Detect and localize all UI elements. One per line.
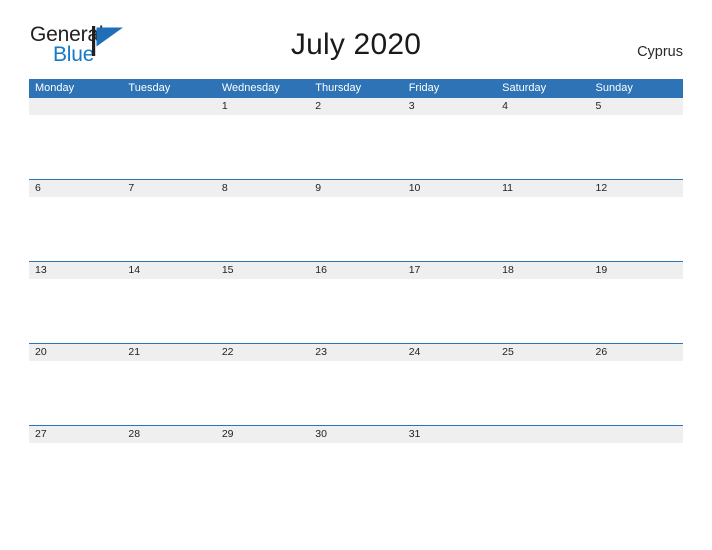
day-note-area[interactable]: [29, 361, 122, 425]
week-row: 27 28 29 30 31: [29, 425, 683, 507]
week-row: 1 2 3 4 5: [29, 97, 683, 179]
day-note-area[interactable]: [403, 443, 496, 507]
week-date-band: 6 7 8 9 10 11 12: [29, 179, 683, 197]
week-row: 13 14 15 16 17 18 19: [29, 261, 683, 343]
day-note-area[interactable]: [403, 361, 496, 425]
day-note-area[interactable]: [590, 279, 683, 343]
day-number[interactable]: 13: [29, 262, 122, 279]
week-note-band: [29, 443, 683, 507]
day-number[interactable]: 12: [590, 180, 683, 197]
day-number[interactable]: 16: [309, 262, 402, 279]
day-number[interactable]: 28: [122, 426, 215, 443]
day-number[interactable]: 1: [216, 98, 309, 115]
day-number[interactable]: 2: [309, 98, 402, 115]
day-note-area[interactable]: [122, 361, 215, 425]
day-note-area[interactable]: [216, 279, 309, 343]
day-note-area[interactable]: [122, 115, 215, 179]
day-note-area[interactable]: [403, 115, 496, 179]
page-title: July 2020: [290, 28, 422, 61]
day-note-area[interactable]: [29, 443, 122, 507]
day-number[interactable]: [496, 426, 589, 443]
day-number[interactable]: 24: [403, 344, 496, 361]
weekday-header-friday: Friday: [408, 82, 440, 94]
weekday-header-row: Monday Tuesday Wednesday Thursday Friday…: [29, 79, 683, 97]
weekday-header-wednesday: Wednesday: [221, 82, 280, 94]
day-number[interactable]: 7: [122, 180, 215, 197]
weekday-header-sunday: Sunday: [595, 82, 633, 94]
day-note-area[interactable]: [216, 443, 309, 507]
week-note-band: [29, 115, 683, 179]
day-number[interactable]: [29, 98, 122, 115]
day-note-area[interactable]: [590, 197, 683, 261]
day-note-area[interactable]: [122, 443, 215, 507]
day-number[interactable]: 11: [496, 180, 589, 197]
day-number[interactable]: 8: [216, 180, 309, 197]
day-note-area[interactable]: [309, 279, 402, 343]
day-number[interactable]: 26: [590, 344, 683, 361]
day-number[interactable]: 6: [29, 180, 122, 197]
day-number[interactable]: 27: [29, 426, 122, 443]
day-number[interactable]: 30: [309, 426, 402, 443]
day-note-area[interactable]: [216, 115, 309, 179]
day-note-area[interactable]: [496, 115, 589, 179]
day-number[interactable]: 17: [403, 262, 496, 279]
day-note-area[interactable]: [29, 279, 122, 343]
week-note-band: [29, 279, 683, 343]
day-note-area[interactable]: [122, 279, 215, 343]
day-number[interactable]: 19: [590, 262, 683, 279]
day-note-area[interactable]: [590, 361, 683, 425]
day-number[interactable]: 18: [496, 262, 589, 279]
week-note-band: [29, 361, 683, 425]
day-note-area[interactable]: [309, 197, 402, 261]
calendar-page: General Blue July 2020 Cyprus Monday Tue…: [0, 0, 712, 550]
day-number[interactable]: 3: [403, 98, 496, 115]
weekday-header-monday: Monday: [35, 82, 75, 94]
page-header: General Blue July 2020 Cyprus: [0, 0, 712, 65]
day-note-area[interactable]: [309, 443, 402, 507]
calendar-table: Monday Tuesday Wednesday Thursday Friday…: [29, 79, 683, 507]
week-date-band: 20 21 22 23 24 25 26: [29, 343, 683, 361]
day-note-area[interactable]: [309, 361, 402, 425]
day-number[interactable]: 25: [496, 344, 589, 361]
day-note-area[interactable]: [122, 197, 215, 261]
week-row: 6 7 8 9 10 11 12: [29, 179, 683, 261]
day-number[interactable]: 29: [216, 426, 309, 443]
day-number[interactable]: [590, 426, 683, 443]
day-number[interactable]: 20: [29, 344, 122, 361]
day-note-area[interactable]: [403, 197, 496, 261]
day-number[interactable]: 14: [122, 262, 215, 279]
day-note-area[interactable]: [496, 443, 589, 507]
week-note-band: [29, 197, 683, 261]
day-number[interactable]: 21: [122, 344, 215, 361]
day-number[interactable]: 22: [216, 344, 309, 361]
day-note-area[interactable]: [403, 279, 496, 343]
day-note-area[interactable]: [216, 361, 309, 425]
day-number[interactable]: 23: [309, 344, 402, 361]
day-number[interactable]: 10: [403, 180, 496, 197]
day-number[interactable]: 9: [309, 180, 402, 197]
day-number[interactable]: [122, 98, 215, 115]
day-number[interactable]: 5: [590, 98, 683, 115]
week-date-band: 1 2 3 4 5: [29, 97, 683, 115]
week-row: 20 21 22 23 24 25 26: [29, 343, 683, 425]
weekday-header-saturday: Saturday: [502, 82, 547, 94]
day-note-area[interactable]: [496, 197, 589, 261]
week-date-band: 27 28 29 30 31: [29, 425, 683, 443]
weekday-header-tuesday: Tuesday: [128, 82, 171, 94]
day-note-area[interactable]: [29, 197, 122, 261]
day-note-area[interactable]: [496, 279, 589, 343]
day-note-area[interactable]: [29, 115, 122, 179]
day-number[interactable]: 4: [496, 98, 589, 115]
region-label: Cyprus: [637, 44, 683, 60]
day-note-area[interactable]: [590, 115, 683, 179]
day-note-area[interactable]: [216, 197, 309, 261]
day-note-area[interactable]: [309, 115, 402, 179]
week-date-band: 13 14 15 16 17 18 19: [29, 261, 683, 279]
day-number[interactable]: 31: [403, 426, 496, 443]
weekday-header-thursday: Thursday: [315, 82, 362, 94]
day-note-area[interactable]: [590, 443, 683, 507]
day-number[interactable]: 15: [216, 262, 309, 279]
day-note-area[interactable]: [496, 361, 589, 425]
